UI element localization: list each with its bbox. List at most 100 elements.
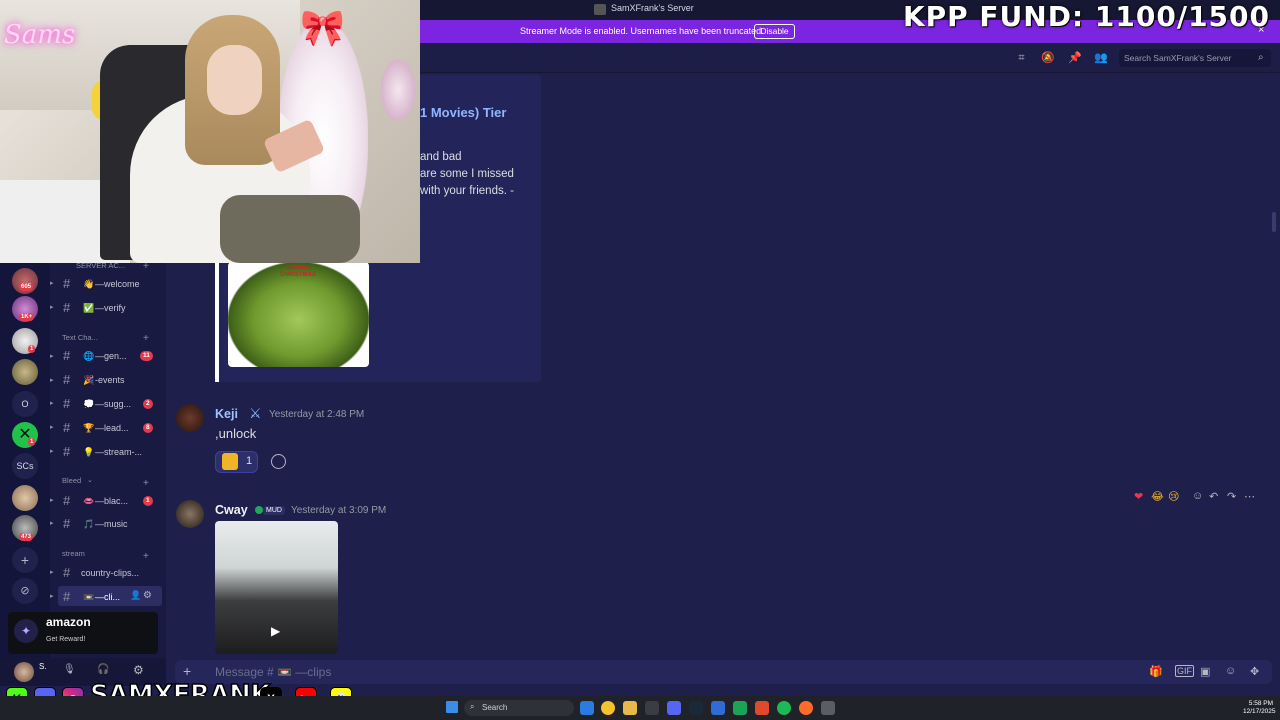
window-title: SamXFrank's Server xyxy=(611,3,694,13)
more-icon[interactable]: ⋯ xyxy=(1244,490,1255,503)
laugh-icon[interactable]: 😂 xyxy=(1151,490,1164,503)
forward-icon[interactable]: ↷ xyxy=(1227,490,1236,503)
clock-time: 5:58 PM xyxy=(1248,700,1273,707)
add-channel-icon[interactable]: + xyxy=(143,478,149,489)
server-icon[interactable]: O xyxy=(12,391,38,417)
server-icon[interactable]: SCs xyxy=(12,453,38,479)
unread-badge: 2 xyxy=(143,399,153,409)
disable-button[interactable]: Disable xyxy=(754,24,795,39)
message-text: ,unlock xyxy=(215,426,257,441)
message-input[interactable] xyxy=(175,660,1272,684)
add-channel-icon[interactable]: + xyxy=(143,551,149,562)
obs-icon[interactable] xyxy=(755,701,769,715)
attach-plus-icon[interactable]: + xyxy=(183,663,191,679)
store-icon[interactable] xyxy=(645,701,659,715)
category-header[interactable]: Bleed xyxy=(62,476,81,485)
folder-icon[interactable] xyxy=(623,701,637,715)
embed-text-line: with your friends. - xyxy=(420,185,514,197)
embed-title[interactable]: 1 Movies) Tier xyxy=(420,105,506,120)
channel-music[interactable]: # 🎵 —music xyxy=(63,515,163,535)
chevron-right-icon: ▸ xyxy=(50,400,54,407)
steam-icon[interactable] xyxy=(689,701,703,715)
message-author[interactable]: Cway xyxy=(215,503,248,517)
settings-icon[interactable] xyxy=(821,701,835,715)
chevron-right-icon: ▸ xyxy=(50,593,54,600)
chevron-right-icon: ▸ xyxy=(50,304,54,311)
message-placeholder[interactable]: Message # 📼 —clips xyxy=(215,665,331,679)
cry-icon[interactable]: 😢 xyxy=(1168,490,1179,503)
server-icon[interactable] xyxy=(12,359,38,385)
explore-icon[interactable]: ⊘ xyxy=(12,578,38,604)
gear-icon[interactable]: ⚙ xyxy=(143,590,152,601)
server-badge: 1K+ xyxy=(19,313,35,321)
chevron-right-icon: ▸ xyxy=(50,377,54,384)
gear-icon[interactable]: ⚙ xyxy=(133,663,144,677)
members-icon[interactable]: 👥 xyxy=(1094,52,1108,64)
threads-icon[interactable]: ⌗ xyxy=(1015,52,1028,64)
unread-badge: 1 xyxy=(143,496,153,506)
unread-badge: 8 xyxy=(143,423,153,433)
webcam-bow: 🎀 xyxy=(300,7,345,48)
gif-icon[interactable]: GIF xyxy=(1175,665,1194,677)
gift-icon[interactable]: 🎁 xyxy=(1149,665,1163,678)
channel-stream[interactable]: # 💡 —stream-... xyxy=(63,443,163,463)
taskbar-clock[interactable]: 5:58 PM 12/17/2025 xyxy=(1243,700,1276,716)
channel-events[interactable]: # 🎉 -events xyxy=(63,371,163,391)
avatar[interactable] xyxy=(176,404,204,432)
add-reaction-icon[interactable] xyxy=(271,454,286,469)
channel-country-clips[interactable]: # country-clips... xyxy=(63,564,163,584)
message-timestamp: Yesterday at 2:48 PM xyxy=(269,409,365,420)
start-icon[interactable] xyxy=(446,701,458,713)
edge-icon[interactable] xyxy=(580,701,594,715)
sticker-icon[interactable]: ▣ xyxy=(1200,665,1210,678)
search-icon: ⌕ xyxy=(1258,52,1264,63)
clock-date: 12/17/2025 xyxy=(1243,708,1276,715)
webcam-legs xyxy=(220,195,360,263)
category-header[interactable]: Text Cha... xyxy=(62,333,98,342)
channel-welcome[interactable]: # 👋 —welcome xyxy=(63,275,163,295)
webcam-overlay: 🎀 Sams xyxy=(0,0,420,263)
chevron-right-icon: ▸ xyxy=(50,448,54,455)
browser-icon[interactable] xyxy=(799,701,813,715)
heart-icon[interactable]: ❤ xyxy=(1134,490,1143,503)
apps-icon[interactable]: ✥ xyxy=(1250,665,1259,678)
server-icon[interactable] xyxy=(12,485,38,511)
message-author[interactable]: Keji xyxy=(215,407,238,421)
scrollbar-thumb[interactable] xyxy=(1272,212,1276,232)
avatar[interactable] xyxy=(14,662,34,682)
headphones-icon[interactable]: 🎧 xyxy=(97,664,109,675)
taskbar-search-label[interactable]: Search xyxy=(482,703,507,712)
microphone-icon[interactable]: 🎙 xyxy=(63,664,76,675)
invite-icon[interactable]: 👤 xyxy=(130,590,141,601)
category-header[interactable]: stream xyxy=(62,549,85,558)
add-server-icon[interactable]: + xyxy=(12,547,38,573)
add-channel-icon[interactable]: + xyxy=(143,333,149,344)
embed-text-line: and bad xyxy=(420,151,462,163)
chevron-right-icon: ▸ xyxy=(50,353,54,360)
embed-image-caption: GRINCH CHRISTMAS xyxy=(280,266,316,278)
app-icon[interactable] xyxy=(733,701,747,715)
discord-icon[interactable] xyxy=(667,701,681,715)
crossed-swords-icon: ⚔ xyxy=(249,405,262,421)
chevron-right-icon: ▸ xyxy=(50,280,54,287)
banner-text: Streamer Mode is enabled. Usernames have… xyxy=(520,26,764,36)
taskbar-search[interactable] xyxy=(464,700,574,716)
play-icon[interactable]: ▶ xyxy=(271,624,280,638)
emoji-icon[interactable]: ☺ xyxy=(1225,665,1236,677)
search-input[interactable]: Search SamXFrank's Server xyxy=(1124,53,1231,63)
server-icon xyxy=(594,4,606,15)
reply-icon[interactable]: ↶ xyxy=(1209,490,1218,503)
channel-verify[interactable]: # ✅ —verify xyxy=(63,299,163,319)
chrome-icon[interactable] xyxy=(601,701,615,715)
search-icon: ⌕ xyxy=(470,702,475,711)
spotify-icon[interactable] xyxy=(777,701,791,715)
chevron-right-icon: ▸ xyxy=(50,497,54,504)
app-icon[interactable] xyxy=(711,701,725,715)
os-taskbar xyxy=(0,696,1280,720)
pin-icon[interactable]: 📌 xyxy=(1068,52,1082,64)
chevron-right-icon: ▸ xyxy=(50,569,54,576)
add-reaction-icon[interactable]: ☺ xyxy=(1192,490,1203,502)
sparkle-icon: ✦ xyxy=(14,619,38,643)
mute-bell-icon[interactable]: 🔕 xyxy=(1041,52,1055,64)
avatar[interactable] xyxy=(176,500,204,528)
